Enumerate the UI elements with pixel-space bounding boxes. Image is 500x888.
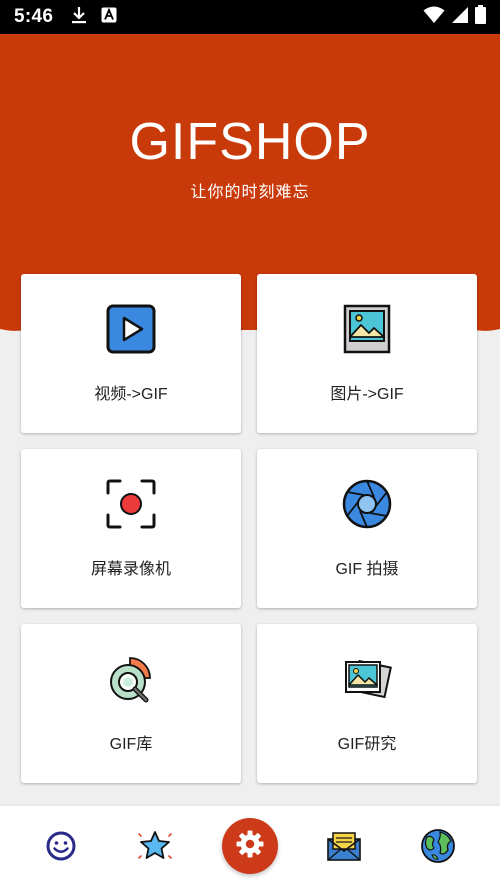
tile-screen-recorder[interactable]: 屏幕录像机: [21, 449, 241, 608]
status-time: 5:46: [14, 6, 54, 27]
photos-icon: [342, 654, 392, 704]
tile-video-to-gif[interactable]: 视频->GIF: [21, 274, 241, 433]
app-slogan: 让你的时刻难忘: [190, 184, 310, 201]
tile-label: GIF研究: [337, 736, 397, 753]
font-a-icon: [101, 7, 117, 28]
screen-record-icon: [106, 479, 156, 529]
tile-label: 屏幕录像机: [90, 561, 171, 578]
picture-icon: [342, 304, 392, 354]
gif-library-icon: [106, 654, 156, 704]
tile-label: 视频->GIF: [94, 386, 168, 403]
tile-label: GIF 拍摄: [335, 561, 399, 578]
tile-label: 图片->GIF: [330, 386, 404, 403]
download-icon: [71, 6, 87, 29]
tile-gif-research[interactable]: GIF研究: [257, 624, 477, 783]
settings-button[interactable]: [222, 818, 278, 874]
tile-gif-capture[interactable]: GIF 拍摄: [257, 449, 477, 608]
video-play-icon: [106, 304, 156, 354]
battery-icon: [475, 5, 486, 29]
tile-gif-library[interactable]: GIF库: [21, 624, 241, 783]
tile-image-to-gif[interactable]: 图片->GIF: [257, 274, 477, 433]
signal-icon: [451, 6, 469, 29]
status-bar: 5:46: [0, 0, 500, 34]
bottom-navigation: [0, 806, 500, 888]
camera-aperture-icon: [342, 479, 392, 529]
app-title: GIFSHOP: [129, 113, 371, 171]
star-icon[interactable]: [135, 826, 175, 866]
tile-label: GIF库: [109, 736, 153, 753]
smiley-icon[interactable]: [41, 826, 81, 866]
mail-icon[interactable]: [324, 826, 364, 866]
wifi-icon: [423, 6, 445, 29]
settings-gear-icon: [235, 829, 265, 864]
globe-icon[interactable]: [418, 826, 458, 866]
